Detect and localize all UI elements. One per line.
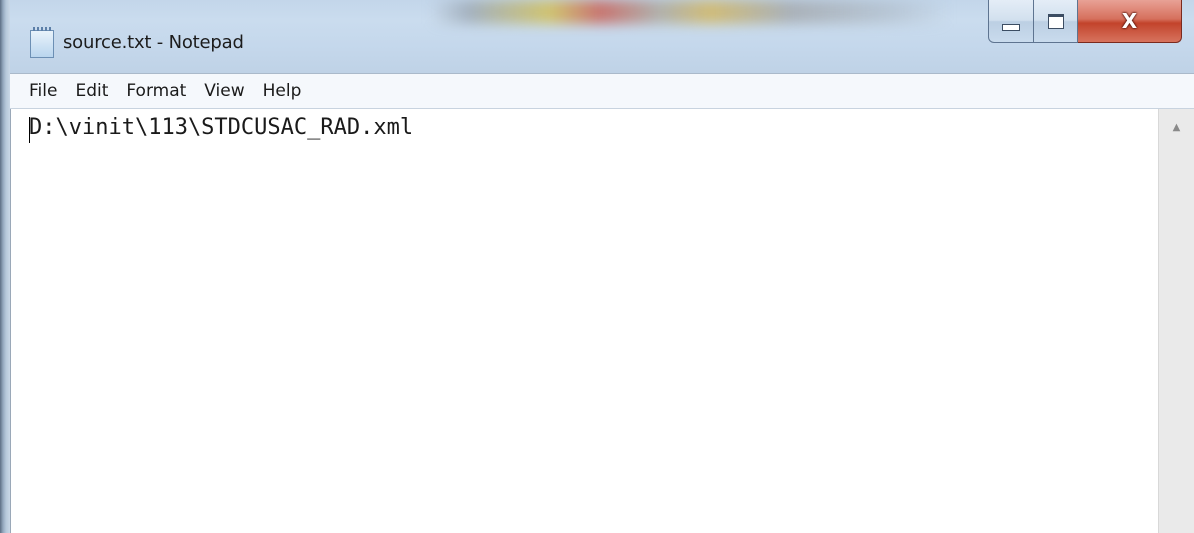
- close-button[interactable]: X: [1078, 0, 1182, 43]
- menu-bar: File Edit Format View Help: [10, 73, 1194, 109]
- editor-content[interactable]: D:\vinit\113\STDCUSAC_RAD.xml: [29, 115, 413, 140]
- window-title: source.txt - Notepad: [63, 32, 244, 53]
- minimize-icon: [1002, 23, 1020, 31]
- title-bar-background: [430, 0, 950, 24]
- menu-file[interactable]: File: [10, 74, 66, 108]
- menu-view[interactable]: View: [195, 74, 253, 108]
- text-caret: [29, 117, 30, 143]
- notepad-window: source.txt - Notepad X File Edit Format …: [0, 0, 1194, 533]
- scroll-up-arrow-icon[interactable]: ▲: [1159, 109, 1194, 145]
- caption-buttons: X: [988, 0, 1182, 45]
- maximize-button[interactable]: [1034, 0, 1078, 43]
- window-frame-left: [0, 0, 10, 533]
- vertical-scrollbar[interactable]: ▲: [1158, 109, 1194, 533]
- close-icon: X: [1121, 9, 1138, 33]
- text-editor-area[interactable]: D:\vinit\113\STDCUSAC_RAD.xml: [10, 109, 1158, 533]
- menu-edit[interactable]: Edit: [66, 74, 117, 108]
- notepad-icon[interactable]: [30, 27, 54, 58]
- minimize-button[interactable]: [988, 0, 1034, 43]
- menu-format[interactable]: Format: [117, 74, 195, 108]
- menu-help[interactable]: Help: [254, 74, 311, 108]
- maximize-icon: [1047, 13, 1064, 29]
